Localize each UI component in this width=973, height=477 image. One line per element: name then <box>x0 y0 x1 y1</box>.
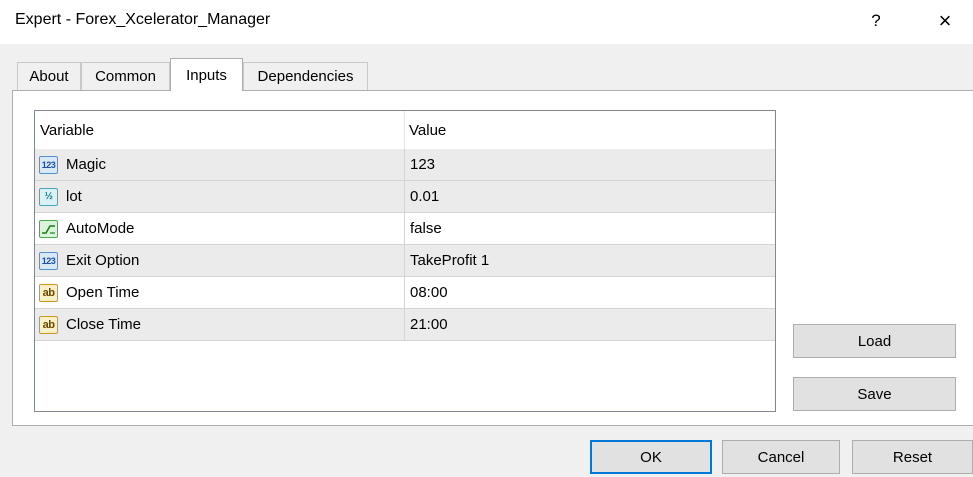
enum-type-icon: 123 <box>39 251 58 270</box>
value-cell[interactable]: 21:00 <box>405 309 775 340</box>
value-cell[interactable]: TakeProfit 1 <box>405 245 775 276</box>
question-mark-icon: ? <box>871 11 881 30</box>
value-cell[interactable]: 123 <box>405 149 775 180</box>
double-type-icon: ½ <box>39 187 58 206</box>
variable-cell: ab Open Time <box>35 277 404 308</box>
tab-common[interactable]: Common <box>81 62 170 90</box>
table-row-lot[interactable]: ½ lot 0.01 <box>35 181 775 213</box>
close-button[interactable]: × <box>925 5 965 37</box>
column-header-variable[interactable]: Variable <box>40 111 400 149</box>
table-row-magic[interactable]: 123 Magic 123 <box>35 149 775 181</box>
window-title: Expert - Forex_Xcelerator_Manager <box>15 11 271 28</box>
integer-type-icon: 123 <box>39 155 58 174</box>
variable-name: AutoMode <box>66 220 135 237</box>
variable-cell: 123 Magic <box>35 149 404 180</box>
table-row-close-time[interactable]: ab Close Time 21:00 <box>35 309 775 341</box>
boolean-switch-glyph <box>42 224 55 234</box>
save-button[interactable]: Save <box>793 377 956 411</box>
close-icon: × <box>938 8 952 33</box>
variable-name: lot <box>66 188 82 205</box>
variable-name: Open Time <box>66 284 140 301</box>
value-cell[interactable]: false <box>405 213 775 244</box>
tab-dependencies[interactable]: Dependencies <box>243 62 368 90</box>
variable-name: Exit Option <box>66 252 140 269</box>
cancel-button[interactable]: Cancel <box>722 440 840 474</box>
variable-cell: AutoMode <box>35 213 404 244</box>
load-button[interactable]: Load <box>793 324 956 358</box>
value-cell[interactable]: 0.01 <box>405 181 775 212</box>
help-button[interactable]: ? <box>861 5 891 37</box>
value-cell[interactable]: 08:00 <box>405 277 775 308</box>
variable-name: Close Time <box>66 316 142 333</box>
tab-inputs[interactable]: Inputs <box>170 58 243 91</box>
reset-button[interactable]: Reset <box>852 440 973 474</box>
inputs-grid[interactable]: Variable Value 123 Magic 123 ½ lot 0.01 … <box>34 110 776 412</box>
table-row-exit-option[interactable]: 123 Exit Option TakeProfit 1 <box>35 245 775 277</box>
grid-header: Variable Value <box>35 111 775 149</box>
table-row-open-time[interactable]: ab Open Time 08:00 <box>35 277 775 309</box>
string-type-icon: ab <box>39 283 58 302</box>
variable-cell: 123 Exit Option <box>35 245 404 276</box>
tab-about[interactable]: About <box>17 62 81 90</box>
variable-cell: ab Close Time <box>35 309 404 340</box>
boolean-type-icon <box>39 219 58 238</box>
column-divider[interactable] <box>404 111 405 149</box>
column-header-value[interactable]: Value <box>409 111 769 149</box>
variable-cell: ½ lot <box>35 181 404 212</box>
title-bar: Expert - Forex_Xcelerator_Manager ? × <box>0 0 973 44</box>
table-row-automode[interactable]: AutoMode false <box>35 213 775 245</box>
string-type-icon: ab <box>39 315 58 334</box>
ok-button[interactable]: OK <box>590 440 712 474</box>
variable-name: Magic <box>66 156 107 173</box>
